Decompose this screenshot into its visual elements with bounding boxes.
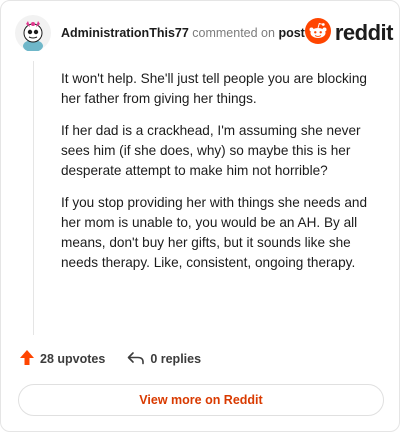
upvote-arrow-icon	[19, 349, 40, 369]
reddit-logo-icon	[304, 17, 331, 49]
reddit-logo[interactable]: reddit	[304, 17, 394, 49]
comment-paragraph: If you stop providing her with things sh…	[61, 195, 368, 270]
upvote-count: 28 upvotes	[40, 352, 106, 366]
commented-on-text: commented on	[192, 26, 275, 40]
comment-body: It won't help. She'll just tell people y…	[61, 69, 373, 285]
reddit-comment-embed: AdministrationThis77 commented on post r…	[0, 0, 400, 432]
reply-button[interactable]: 0 replies	[127, 351, 201, 368]
username[interactable]: AdministrationThis77	[61, 26, 189, 40]
comment-meta: AdministrationThis77 commented on post	[61, 26, 305, 40]
comment-header: AdministrationThis77 commented on post r…	[15, 15, 393, 52]
reply-count: 0 replies	[150, 352, 202, 366]
upvote-button[interactable]: 28 upvotes	[19, 349, 105, 369]
reddit-logo-text: reddit	[334, 20, 394, 45]
avatar[interactable]	[15, 15, 51, 52]
view-more-button[interactable]: View more on Reddit	[18, 384, 384, 416]
thread-line	[33, 61, 34, 335]
reply-arrow-icon	[127, 351, 150, 368]
comment-actions: 28 upvotes 0 replies	[19, 349, 201, 369]
comment-paragraph: If her dad is a crackhead, I'm assuming …	[61, 123, 361, 178]
comment-paragraph: It won't help. She'll just tell people y…	[61, 71, 367, 106]
post-link[interactable]: post	[278, 26, 304, 40]
